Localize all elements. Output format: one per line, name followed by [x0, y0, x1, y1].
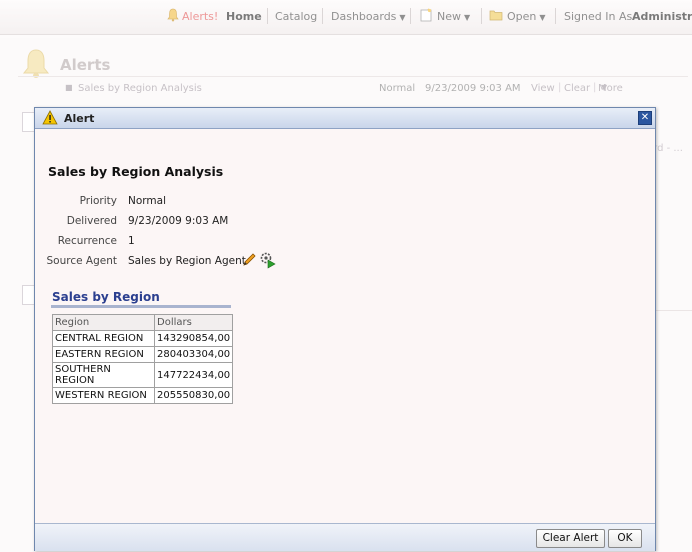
dollars-cell: 205550830,00	[153, 387, 234, 404]
priority-value: Normal	[128, 195, 166, 207]
recurrence-value: 1	[128, 235, 135, 247]
source-agent-label: Source Agent	[46, 255, 117, 267]
alert-dialog: Alert ✕ Sales by Region Analysis Priorit…	[34, 107, 656, 551]
recurrence-label: Recurrence	[57, 235, 117, 247]
dialog-body: Sales by Region Analysis Priority Normal…	[35, 129, 655, 523]
source-agent-value: Sales by Region Agent	[128, 255, 246, 267]
dollars-cell: 143290854,00	[153, 330, 234, 347]
table-row: WESTERN REGION 205550830,00	[52, 387, 234, 404]
dialog-title: Alert	[64, 112, 95, 125]
pencil-icon[interactable]	[241, 252, 257, 268]
column-header-region: Region	[52, 314, 155, 331]
table-header-row: Region Dollars	[52, 314, 234, 331]
table-row: EASTERN REGION 280403304,00	[52, 346, 234, 363]
table-row: CENTRAL REGION 143290854,00	[52, 330, 234, 347]
dialog-header[interactable]: Alert ✕	[35, 108, 655, 129]
clear-alert-button[interactable]: Clear Alert	[536, 529, 605, 548]
region-cell: CENTRAL REGION	[52, 330, 155, 347]
report-title: Sales by Region Analysis	[48, 164, 224, 179]
priority-label: Priority	[79, 195, 117, 207]
sales-table: Region Dollars CENTRAL REGION 143290854,…	[52, 314, 234, 404]
agent-run-icon[interactable]	[259, 251, 277, 269]
section-divider	[51, 305, 231, 308]
table-row: SOUTHERN REGION 147722434,00	[52, 362, 234, 388]
delivered-label: Delivered	[66, 215, 117, 227]
region-cell: SOUTHERN REGION	[52, 362, 155, 388]
close-icon[interactable]: ✕	[638, 111, 652, 125]
ok-button[interactable]: OK	[608, 529, 642, 548]
delivered-value: 9/23/2009 9:03 AM	[128, 215, 229, 227]
dollars-cell: 280403304,00	[153, 346, 234, 363]
dialog-footer: Clear Alert OK	[35, 523, 655, 551]
region-cell: WESTERN REGION	[52, 387, 155, 404]
section-title: Sales by Region	[52, 290, 160, 304]
warning-icon	[42, 110, 58, 125]
region-cell: EASTERN REGION	[52, 346, 155, 363]
column-header-dollars: Dollars	[153, 314, 234, 331]
dollars-cell: 147722434,00	[153, 362, 234, 388]
